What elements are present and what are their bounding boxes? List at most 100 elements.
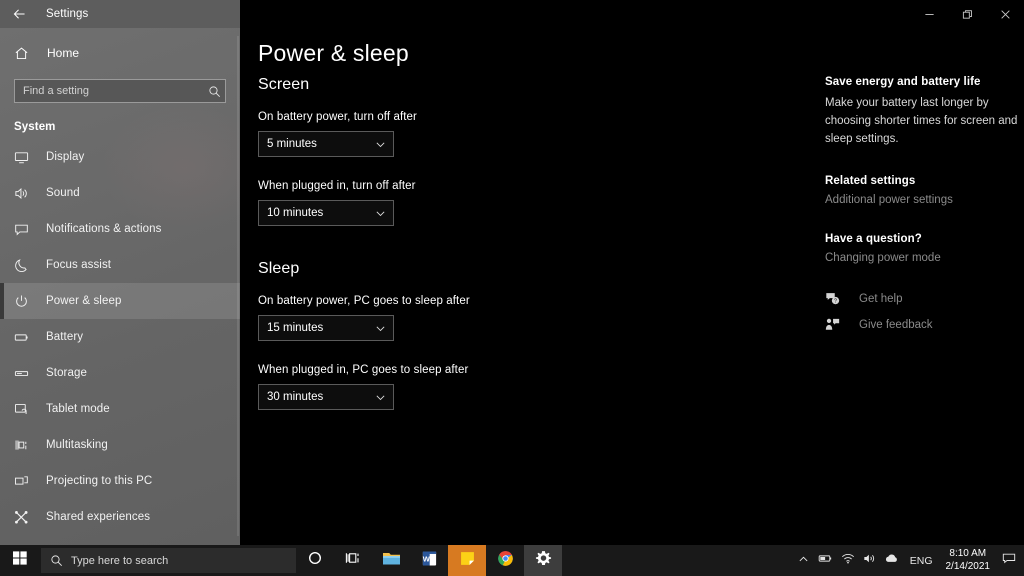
page-title: Power & sleep bbox=[258, 40, 409, 66]
notification-icon bbox=[14, 222, 36, 237]
search-icon bbox=[41, 554, 71, 567]
taskbar-button-settings[interactable] bbox=[524, 545, 562, 576]
tray-volume-button[interactable] bbox=[859, 552, 881, 570]
sidebar-item-projecting[interactable]: Projecting to this PC bbox=[0, 463, 240, 499]
speaker-icon bbox=[863, 552, 877, 570]
link-changing-power-mode[interactable]: Changing power mode bbox=[825, 252, 1024, 264]
sidebar-item-label: Power & sleep bbox=[46, 295, 122, 307]
sleep-plugged-dropdown[interactable]: 30 minutes bbox=[258, 384, 394, 410]
taskbar-button-word[interactable]: W bbox=[410, 545, 448, 576]
rail-related-heading: Related settings bbox=[825, 175, 916, 188]
moon-icon bbox=[14, 258, 36, 273]
minimize-icon bbox=[924, 9, 935, 20]
settings-window: Settings Home Find a setting System Disp… bbox=[0, 0, 1024, 545]
taskbar-button-chrome[interactable] bbox=[486, 545, 524, 576]
power-icon bbox=[14, 294, 36, 309]
link-additional-power-settings[interactable]: Additional power settings bbox=[825, 194, 1024, 206]
field-label: When plugged in, PC goes to sleep after bbox=[258, 364, 469, 376]
taskbar-button-task-view[interactable] bbox=[334, 545, 372, 576]
sidebar-item-label: Storage bbox=[46, 367, 87, 379]
shared-experiences-icon bbox=[14, 510, 36, 525]
sidebar-item-label: Display bbox=[46, 151, 85, 163]
sleep-battery-dropdown[interactable]: 15 minutes bbox=[258, 315, 394, 341]
sidebar-item-power-sleep[interactable]: Power & sleep bbox=[0, 283, 240, 319]
battery-icon bbox=[818, 552, 833, 570]
start-button[interactable] bbox=[0, 545, 40, 576]
clock[interactable]: 8:10 AM 2/14/2021 bbox=[940, 548, 997, 573]
sidebar-item-label: Battery bbox=[46, 331, 84, 343]
taskbar-button-file-explorer[interactable] bbox=[372, 545, 410, 576]
search-box[interactable] bbox=[14, 79, 226, 103]
close-icon bbox=[1000, 9, 1011, 20]
settings-main-column: Screen On battery power, turn off after … bbox=[258, 76, 778, 433]
rail-have-a-question: Have a question? Changing power mode bbox=[825, 233, 1024, 264]
search-input[interactable] bbox=[15, 80, 203, 102]
tray-network-button[interactable] bbox=[837, 552, 859, 570]
sidebar-item-sound[interactable]: Sound bbox=[0, 175, 240, 211]
close-button[interactable] bbox=[986, 0, 1024, 28]
field-sleep-battery: On battery power, PC goes to sleep after… bbox=[258, 295, 778, 341]
svg-text:?: ? bbox=[834, 299, 837, 305]
taskbar-button-sticky-notes[interactable] bbox=[448, 545, 486, 576]
chevron-down-icon bbox=[375, 316, 386, 340]
chevron-down-icon bbox=[375, 132, 386, 156]
dropdown-value: 10 minutes bbox=[267, 207, 324, 219]
sidebar-item-shared-experiences[interactable]: Shared experiences bbox=[0, 499, 240, 535]
tray-battery-button[interactable] bbox=[815, 552, 837, 570]
taskbar-button-cortana[interactable] bbox=[296, 545, 334, 576]
taskbar-search-box[interactable]: Type here to search bbox=[41, 548, 296, 573]
field-sleep-plugged: When plugged in, PC goes to sleep after … bbox=[258, 364, 778, 410]
window-title: Settings bbox=[46, 8, 89, 20]
sidebar-item-label: Notifications & actions bbox=[46, 223, 162, 235]
window-titlebar: Settings bbox=[0, 0, 240, 28]
section-sleep: Sleep On battery power, PC goes to sleep… bbox=[258, 260, 778, 410]
speaker-icon bbox=[14, 186, 36, 201]
sidebar-item-multitasking[interactable]: Multitasking bbox=[0, 427, 240, 463]
cloud-icon bbox=[884, 552, 899, 570]
chevron-up-icon bbox=[798, 552, 809, 570]
word-icon: W bbox=[421, 550, 438, 572]
projecting-icon bbox=[14, 474, 36, 489]
minimize-button[interactable] bbox=[910, 0, 948, 28]
action-center-button[interactable] bbox=[996, 551, 1022, 570]
link-label: Give feedback bbox=[859, 318, 933, 331]
home-icon bbox=[14, 46, 38, 61]
sidebar-item-focus-assist[interactable]: Focus assist bbox=[0, 247, 240, 283]
clock-date: 2/14/2021 bbox=[945, 560, 991, 572]
sidebar-item-battery[interactable]: Battery bbox=[0, 319, 240, 355]
search-icon bbox=[203, 85, 225, 98]
sidebar-item-storage[interactable]: Storage bbox=[0, 355, 240, 391]
screen-plugged-dropdown[interactable]: 10 minutes bbox=[258, 200, 394, 226]
screen-battery-dropdown[interactable]: 5 minutes bbox=[258, 131, 394, 157]
restore-button[interactable] bbox=[948, 0, 986, 28]
language-indicator[interactable]: ENG bbox=[903, 555, 940, 567]
show-hidden-icons-button[interactable] bbox=[793, 552, 815, 570]
sidebar-item-home[interactable]: Home bbox=[0, 33, 240, 73]
chrome-icon bbox=[497, 550, 514, 572]
rail-promo-body: Make your battery last longer by choosin… bbox=[825, 97, 1018, 145]
restore-icon bbox=[962, 9, 973, 20]
rail-support: ? Get help Give feedback bbox=[825, 291, 1024, 332]
monitor-icon bbox=[14, 150, 36, 165]
dropdown-value: 15 minutes bbox=[267, 322, 324, 334]
tray-onedrive-button[interactable] bbox=[881, 552, 903, 570]
field-label: On battery power, turn off after bbox=[258, 111, 417, 123]
rail-question-heading: Have a question? bbox=[825, 233, 922, 246]
sidebar-item-tablet-mode[interactable]: Tablet mode bbox=[0, 391, 240, 427]
sidebar-item-label: Shared experiences bbox=[46, 511, 151, 523]
link-give-feedback[interactable]: Give feedback bbox=[825, 317, 1024, 332]
sidebar-item-notifications[interactable]: Notifications & actions bbox=[0, 211, 240, 247]
rail-promo: Save energy and battery life Make your b… bbox=[825, 76, 1024, 148]
field-label: On battery power, PC goes to sleep after bbox=[258, 295, 470, 307]
clock-time: 8:10 AM bbox=[949, 548, 987, 559]
field-label: When plugged in, turn off after bbox=[258, 180, 416, 192]
cortana-circle-icon bbox=[307, 550, 323, 571]
taskbar: Type here to search W ENG 8:10 AM 2/14/2… bbox=[0, 545, 1024, 576]
settings-content: Power & sleep Screen On battery power, t… bbox=[240, 28, 1024, 514]
sidebar-item-display[interactable]: Display bbox=[0, 139, 240, 175]
dropdown-value: 5 minutes bbox=[267, 138, 317, 150]
field-screen-plugged: When plugged in, turn off after 10 minut… bbox=[258, 180, 778, 226]
link-get-help[interactable]: ? Get help bbox=[825, 291, 1024, 306]
back-button[interactable] bbox=[0, 0, 38, 28]
